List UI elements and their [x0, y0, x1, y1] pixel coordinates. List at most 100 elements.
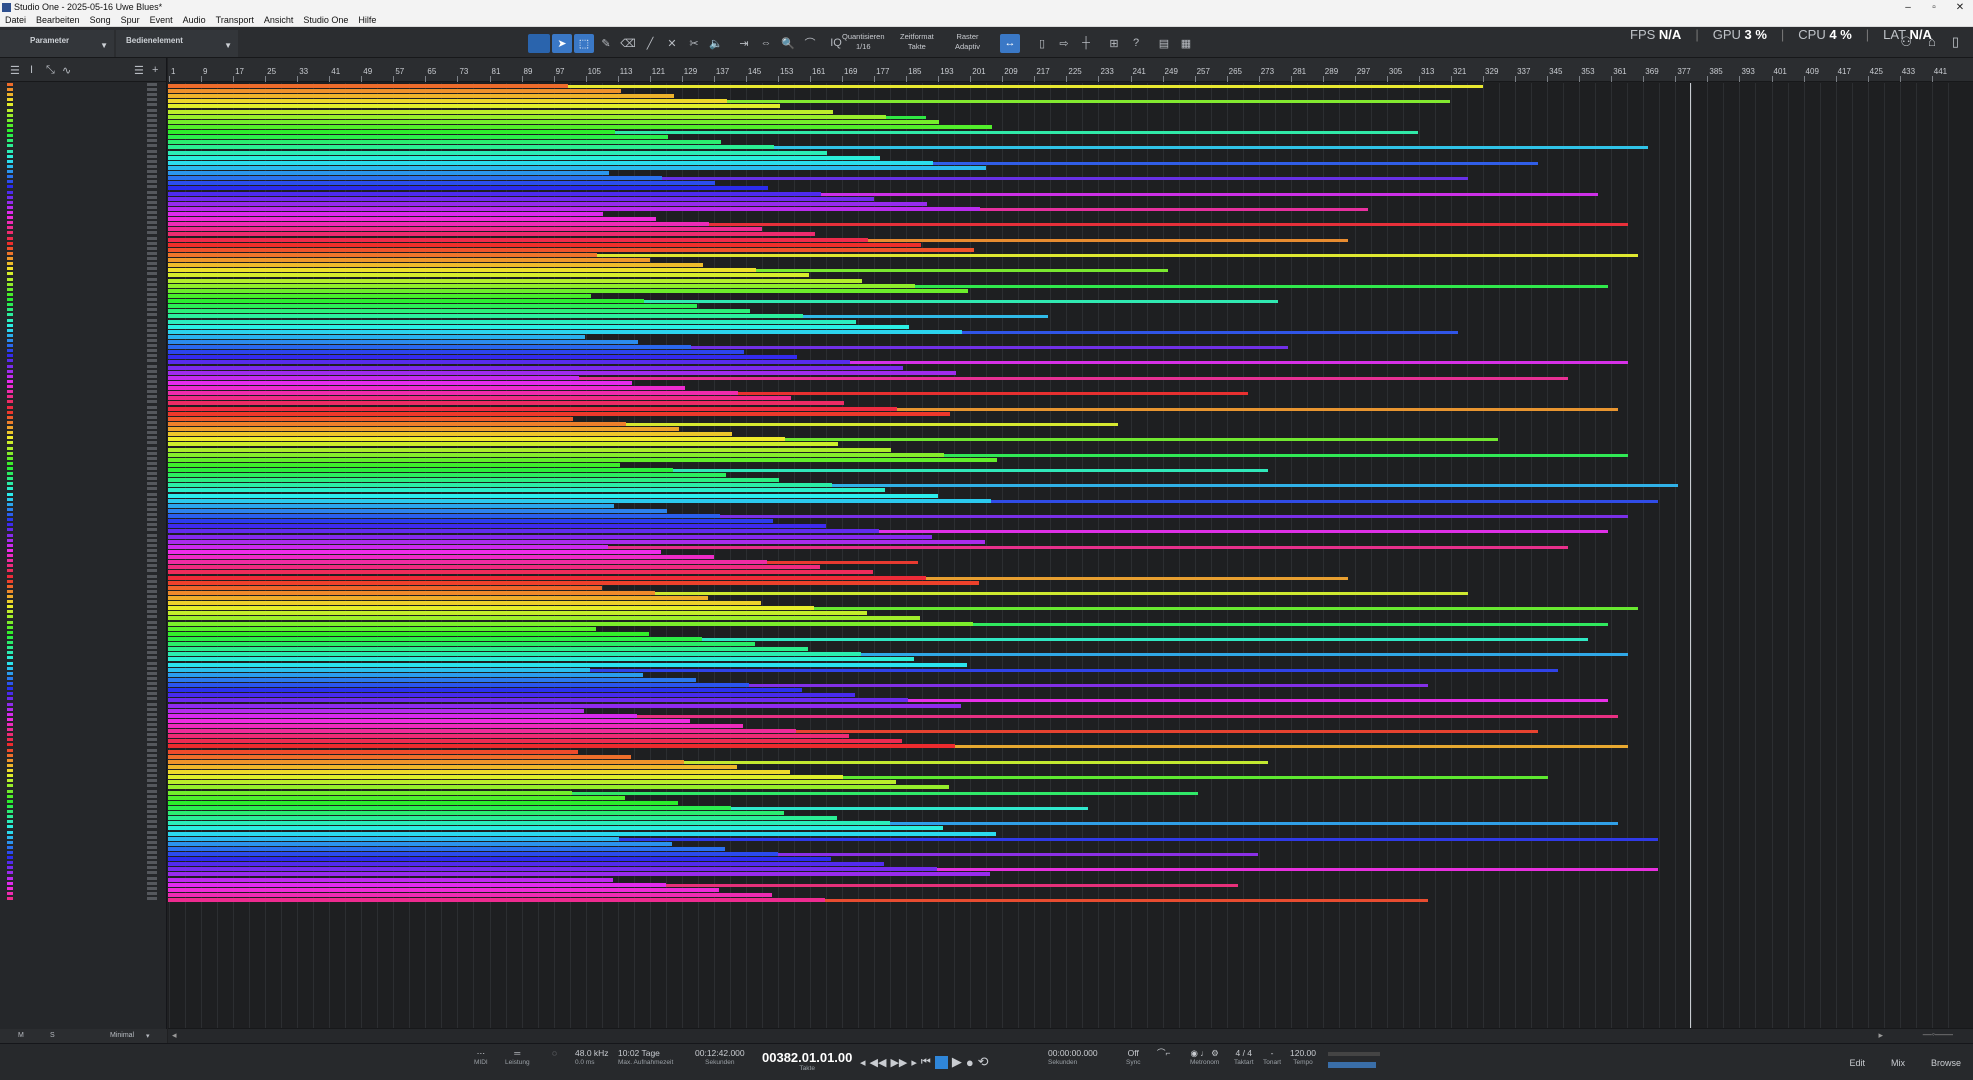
track-row[interactable] [5, 426, 165, 430]
audio-event[interactable] [168, 867, 937, 872]
track-row[interactable] [5, 123, 165, 127]
audio-event[interactable] [572, 791, 1198, 795]
menu-transport[interactable]: Transport [211, 14, 259, 26]
track-mute-solo[interactable] [147, 415, 157, 419]
audio-event[interactable] [168, 892, 772, 897]
audio-event[interactable] [168, 406, 897, 411]
track-row[interactable] [5, 139, 165, 143]
audio-event[interactable] [168, 601, 761, 606]
track-mute-solo[interactable] [147, 630, 157, 634]
track-row[interactable] [5, 733, 165, 737]
track-row[interactable] [5, 170, 165, 174]
audio-event[interactable] [168, 309, 750, 314]
track-row[interactable] [5, 789, 165, 793]
audio-event[interactable] [832, 484, 1678, 488]
track-row[interactable] [5, 379, 165, 383]
track-mute-solo[interactable] [147, 876, 157, 880]
audio-event[interactable] [168, 114, 886, 119]
track-mute-solo[interactable] [147, 728, 157, 732]
track-row[interactable] [5, 221, 165, 225]
track-row[interactable] [5, 615, 165, 619]
audio-event[interactable] [168, 247, 974, 252]
track-mute-solo[interactable] [147, 420, 157, 424]
track-mute-solo[interactable] [147, 687, 157, 691]
track-mute-solo[interactable] [147, 600, 157, 604]
track-mute-solo[interactable] [147, 564, 157, 568]
audio-event[interactable] [168, 288, 968, 293]
track-mute-solo[interactable] [147, 717, 157, 721]
track-row[interactable] [5, 231, 165, 235]
track-row[interactable] [5, 277, 165, 281]
track-row[interactable] [5, 83, 165, 86]
track-mute-solo[interactable] [147, 246, 157, 250]
track-row[interactable] [5, 241, 165, 245]
track-row[interactable] [5, 164, 165, 168]
track-row[interactable] [5, 815, 165, 819]
track-row[interactable] [5, 743, 165, 747]
audio-event[interactable] [168, 621, 973, 626]
track-row[interactable] [5, 113, 165, 117]
track-mute-solo[interactable] [147, 738, 157, 742]
track-mute-solo[interactable] [147, 528, 157, 532]
track-row[interactable] [5, 415, 165, 419]
audio-event[interactable] [168, 242, 921, 247]
audio-event[interactable] [168, 89, 621, 94]
track-row[interactable] [5, 687, 165, 691]
stop-button[interactable] [934, 1055, 948, 1069]
menu-event[interactable]: Event [145, 14, 178, 26]
track-row[interactable] [5, 738, 165, 742]
track-row[interactable] [5, 461, 165, 465]
audio-event[interactable] [168, 739, 902, 744]
position-display[interactable]: 00382.01.01.00 Takte [762, 1050, 852, 1072]
track-row[interactable] [5, 748, 165, 752]
track-row[interactable] [5, 507, 165, 511]
track-mute-solo[interactable] [147, 897, 157, 901]
track-mute-solo[interactable] [147, 712, 157, 716]
track-mute-solo[interactable] [147, 579, 157, 583]
audio-event[interactable] [579, 376, 1568, 380]
track-mute-solo[interactable] [147, 318, 157, 322]
track-mute-solo[interactable] [147, 385, 157, 389]
record-button[interactable]: ● [966, 1055, 974, 1070]
track-row[interactable] [5, 605, 165, 609]
audio-event[interactable] [691, 346, 1288, 350]
audio-event[interactable] [597, 253, 1638, 257]
grid-icon[interactable]: ⊞ [1104, 34, 1124, 53]
track-mute-solo[interactable] [147, 328, 157, 332]
audio-event[interactable] [168, 462, 620, 467]
audio-event[interactable] [168, 468, 673, 472]
track-mute-solo[interactable] [147, 605, 157, 609]
audio-event[interactable] [168, 718, 690, 723]
track-mute-solo[interactable] [147, 840, 157, 844]
track-row[interactable] [5, 559, 165, 563]
track-row[interactable] [5, 216, 165, 220]
track-mute-solo[interactable] [147, 533, 157, 537]
menu-datei[interactable]: Datei [0, 14, 31, 26]
track-row[interactable] [5, 697, 165, 701]
track-mute-solo[interactable] [147, 456, 157, 460]
track-row[interactable] [5, 676, 165, 680]
raster-control[interactable]: Raster Adaptiv [955, 32, 980, 52]
quantize-control[interactable]: Quantisieren 1/16 [842, 32, 885, 52]
audio-event[interactable] [168, 560, 767, 565]
audio-event[interactable] [168, 724, 743, 728]
loop-icon[interactable]: ⟲ [978, 1054, 989, 1070]
audio-event[interactable] [702, 637, 1588, 641]
audio-event[interactable] [738, 392, 1248, 396]
track-row[interactable] [5, 876, 165, 880]
audio-event[interactable] [168, 222, 709, 227]
audio-event[interactable] [168, 636, 702, 641]
audio-event[interactable] [168, 785, 949, 790]
track-row[interactable] [5, 344, 165, 348]
menu-hilfe[interactable]: Hilfe [353, 14, 381, 26]
track-row[interactable] [5, 333, 165, 337]
audio-event[interactable] [168, 478, 779, 483]
track-mute-solo[interactable] [147, 308, 157, 312]
chevron-down-icon[interactable]: ▾ [146, 1032, 150, 1040]
track-mute-solo[interactable] [147, 88, 157, 92]
track-mute-solo[interactable] [147, 369, 157, 373]
horizontal-scrollbar[interactable]: ◂ ▸ —◦—— [168, 1028, 1973, 1043]
audio-event[interactable] [168, 278, 862, 283]
track-mute-solo[interactable] [147, 646, 157, 650]
audio-event[interactable] [168, 365, 903, 370]
